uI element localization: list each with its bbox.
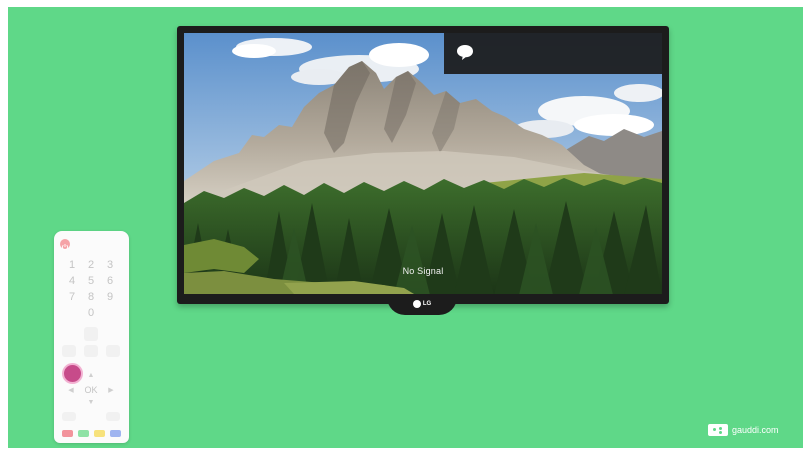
app-stage: No Signal LG 1 2 3 4 5 6 7 8 9 0 ▲ ◀ OK … — [8, 7, 803, 448]
blue-button[interactable] — [110, 430, 121, 437]
lg-logo-icon — [412, 300, 421, 308]
number-button-3[interactable]: 3 — [102, 259, 118, 271]
power-button[interactable] — [60, 239, 70, 251]
power-icon — [61, 244, 69, 251]
dpad-right-arrow-icon[interactable]: ▶ — [106, 386, 116, 394]
back-button[interactable] — [62, 412, 76, 421]
number-button-2[interactable]: 2 — [83, 259, 99, 271]
watermark: gauddi.com — [708, 424, 779, 436]
number-button-1[interactable]: 1 — [64, 259, 80, 271]
red-button[interactable] — [62, 430, 73, 437]
channel-button[interactable] — [106, 345, 120, 357]
tv-brand-logo: LG — [387, 300, 457, 308]
number-button-4[interactable]: 4 — [64, 275, 80, 287]
number-button-8[interactable]: 8 — [83, 291, 99, 303]
number-button-6[interactable]: 6 — [102, 275, 118, 287]
number-button-9[interactable]: 9 — [102, 291, 118, 303]
press-indicator — [62, 363, 83, 384]
list-button[interactable] — [84, 327, 98, 341]
yellow-button[interactable] — [94, 430, 105, 437]
settings-button[interactable] — [106, 412, 120, 421]
remote-control: 1 2 3 4 5 6 7 8 9 0 ▲ ◀ OK ▶ ▼ — [54, 231, 129, 443]
notification-panel — [444, 33, 662, 74]
tv-stand: LG — [387, 297, 457, 315]
dpad-left-arrow-icon[interactable]: ◀ — [66, 386, 76, 394]
volume-button[interactable] — [62, 345, 76, 357]
green-button[interactable] — [78, 430, 89, 437]
watermark-text: gauddi.com — [732, 425, 779, 435]
tv: No Signal LG — [177, 26, 669, 315]
home-button[interactable] — [84, 345, 98, 357]
number-button-0[interactable]: 0 — [83, 307, 99, 319]
gauddi-logo-icon — [708, 424, 728, 436]
number-button-5[interactable]: 5 — [83, 275, 99, 287]
number-button-7[interactable]: 7 — [64, 291, 80, 303]
dpad-up-arrow-icon[interactable]: ▲ — [86, 372, 96, 379]
chat-bubble-icon — [457, 45, 473, 60]
dpad-down-arrow-icon[interactable]: ▼ — [86, 399, 96, 406]
ok-button[interactable]: OK — [80, 385, 102, 395]
tv-screen: No Signal — [184, 33, 662, 294]
no-signal-message: No Signal — [402, 266, 444, 276]
